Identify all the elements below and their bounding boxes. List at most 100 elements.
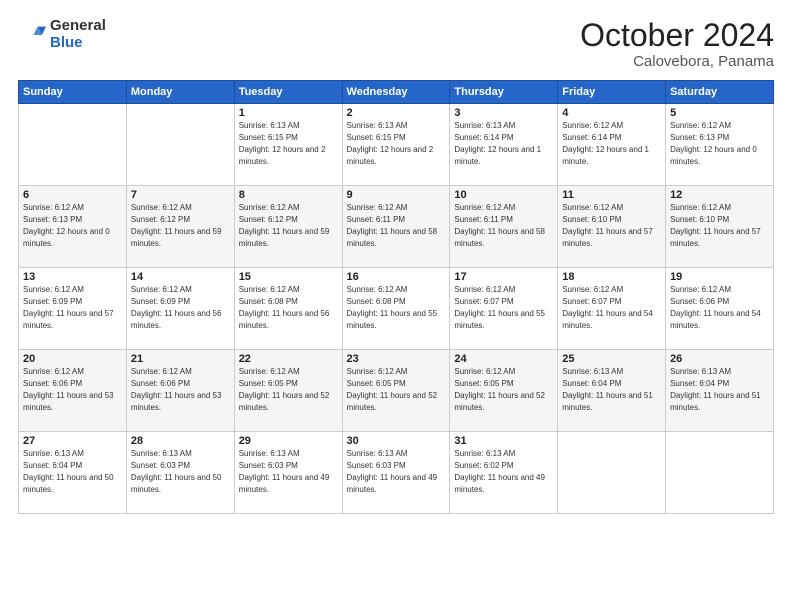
weekday-header: Wednesday [342, 81, 450, 104]
day-info: Sunrise: 6:12 AMSunset: 6:06 PMDaylight:… [670, 285, 761, 329]
logo-blue-text: Blue [50, 34, 83, 51]
calendar-cell: 9 Sunrise: 6:12 AMSunset: 6:11 PMDaylight… [342, 186, 450, 268]
day-info: Sunrise: 6:12 AMSunset: 6:08 PMDaylight:… [347, 285, 438, 329]
day-number: 2 [347, 107, 446, 119]
day-number: 30 [347, 435, 446, 447]
calendar-week-row: 20 Sunrise: 6:12 AMSunset: 6:06 PMDayligh… [19, 350, 774, 432]
calendar-cell [666, 432, 774, 514]
calendar-cell: 28Sunrise: 6:13 AMSunset: 6:03 PMDayligh… [126, 432, 234, 514]
day-info: Sunrise: 6:12 AMSunset: 6:13 PMDaylight:… [23, 203, 110, 247]
calendar-cell: 11 Sunrise: 6:12 AMSunset: 6:10 PMDayligh… [558, 186, 666, 268]
calendar-cell: 17 Sunrise: 6:12 AMSunset: 6:07 PMDayligh… [450, 268, 558, 350]
calendar-cell: 24Sunrise: 6:12 AMSunset: 6:05 PMDayligh… [450, 350, 558, 432]
day-info: Sunrise: 6:12 AMSunset: 6:11 PMDaylight:… [347, 203, 438, 247]
day-info: Sunrise: 6:13 AMSunset: 6:04 PMDaylight:… [562, 367, 653, 411]
calendar-cell: 5 Sunrise: 6:12 AMSunset: 6:13 PMDaylight… [666, 104, 774, 186]
calendar-cell: 13 Sunrise: 6:12 AMSunset: 6:09 PMDayligh… [19, 268, 127, 350]
day-info: Sunrise: 6:12 AMSunset: 6:05 PMDaylight:… [239, 367, 330, 411]
weekday-header: Saturday [666, 81, 774, 104]
calendar-cell: 19 Sunrise: 6:12 AMSunset: 6:06 PMDayligh… [666, 268, 774, 350]
day-number: 16 [347, 271, 446, 283]
weekday-header: Tuesday [234, 81, 342, 104]
calendar-cell: 20 Sunrise: 6:12 AMSunset: 6:06 PMDayligh… [19, 350, 127, 432]
day-number: 14 [131, 271, 230, 283]
calendar-header-row: SundayMondayTuesdayWednesdayThursdayFrid… [19, 81, 774, 104]
calendar-week-row: 1 Sunrise: 6:13 AMSunset: 6:15 PMDaylight… [19, 104, 774, 186]
calendar-cell: 14Sunrise: 6:12 AMSunset: 6:09 PMDayligh… [126, 268, 234, 350]
day-number: 5 [670, 107, 769, 119]
location: Calovebora, Panama [580, 53, 774, 70]
day-info: Sunrise: 6:13 AMSunset: 6:03 PMDaylight:… [347, 449, 438, 493]
day-number: 26 [670, 353, 769, 365]
calendar-cell: 15Sunrise: 6:12 AMSunset: 6:08 PMDayligh… [234, 268, 342, 350]
calendar-cell: 30 Sunrise: 6:13 AMSunset: 6:03 PMDayligh… [342, 432, 450, 514]
day-info: Sunrise: 6:13 AMSunset: 6:04 PMDaylight:… [670, 367, 761, 411]
day-number: 10 [454, 189, 553, 201]
calendar-cell: 22Sunrise: 6:12 AMSunset: 6:05 PMDayligh… [234, 350, 342, 432]
day-number: 27 [23, 435, 122, 447]
calendar-cell: 16 Sunrise: 6:12 AMSunset: 6:08 PMDayligh… [342, 268, 450, 350]
day-number: 23 [347, 353, 446, 365]
day-info: Sunrise: 6:12 AMSunset: 6:12 PMDaylight:… [239, 203, 330, 247]
weekday-header: Thursday [450, 81, 558, 104]
day-info: Sunrise: 6:12 AMSunset: 6:11 PMDaylight:… [454, 203, 545, 247]
day-number: 12 [670, 189, 769, 201]
calendar-cell: 1 Sunrise: 6:13 AMSunset: 6:15 PMDaylight… [234, 104, 342, 186]
day-number: 7 [131, 189, 230, 201]
day-number: 6 [23, 189, 122, 201]
logo-icon [18, 21, 46, 49]
day-number: 17 [454, 271, 553, 283]
calendar-cell [558, 432, 666, 514]
day-number: 25 [562, 353, 661, 365]
calendar-cell: 10 Sunrise: 6:12 AMSunset: 6:11 PMDayligh… [450, 186, 558, 268]
day-number: 11 [562, 189, 661, 201]
day-info: Sunrise: 6:12 AMSunset: 6:13 PMDaylight:… [670, 121, 757, 165]
calendar-cell: 12 Sunrise: 6:12 AMSunset: 6:10 PMDayligh… [666, 186, 774, 268]
weekday-header: Friday [558, 81, 666, 104]
day-number: 29 [239, 435, 338, 447]
calendar-cell: 2Sunrise: 6:13 AMSunset: 6:15 PMDaylight… [342, 104, 450, 186]
day-number: 20 [23, 353, 122, 365]
logo-text: General Blue [50, 18, 106, 51]
page: General Blue October 2024 Calovebora, Pa… [0, 0, 792, 612]
weekday-header: Monday [126, 81, 234, 104]
calendar-cell: 4Sunrise: 6:12 AMSunset: 6:14 PMDaylight… [558, 104, 666, 186]
day-info: Sunrise: 6:13 AMSunset: 6:15 PMDaylight:… [239, 121, 326, 165]
calendar-table: SundayMondayTuesdayWednesdayThursdayFrid… [18, 80, 774, 514]
day-number: 9 [347, 189, 446, 201]
calendar-cell: 21Sunrise: 6:12 AMSunset: 6:06 PMDayligh… [126, 350, 234, 432]
day-info: Sunrise: 6:13 AMSunset: 6:03 PMDaylight:… [239, 449, 330, 493]
calendar-cell: 6 Sunrise: 6:12 AMSunset: 6:13 PMDaylight… [19, 186, 127, 268]
calendar-cell: 25 Sunrise: 6:13 AMSunset: 6:04 PMDayligh… [558, 350, 666, 432]
day-number: 19 [670, 271, 769, 283]
calendar-week-row: 27Sunrise: 6:13 AMSunset: 6:04 PMDayligh… [19, 432, 774, 514]
weekday-header: Sunday [19, 81, 127, 104]
day-number: 21 [131, 353, 230, 365]
day-info: Sunrise: 6:12 AMSunset: 6:08 PMDaylight:… [239, 285, 330, 329]
day-info: Sunrise: 6:12 AMSunset: 6:10 PMDaylight:… [670, 203, 761, 247]
day-info: Sunrise: 6:12 AMSunset: 6:06 PMDaylight:… [23, 367, 114, 411]
day-info: Sunrise: 6:12 AMSunset: 6:10 PMDaylight:… [562, 203, 653, 247]
calendar-week-row: 13 Sunrise: 6:12 AMSunset: 6:09 PMDayligh… [19, 268, 774, 350]
calendar-cell: 27Sunrise: 6:13 AMSunset: 6:04 PMDayligh… [19, 432, 127, 514]
day-info: Sunrise: 6:12 AMSunset: 6:09 PMDaylight:… [23, 285, 114, 329]
calendar-cell: 23 Sunrise: 6:12 AMSunset: 6:05 PMDayligh… [342, 350, 450, 432]
calendar-cell: 3Sunrise: 6:13 AMSunset: 6:14 PMDaylight… [450, 104, 558, 186]
day-number: 13 [23, 271, 122, 283]
calendar-cell: 29 Sunrise: 6:13 AMSunset: 6:03 PMDayligh… [234, 432, 342, 514]
calendar-cell [19, 104, 127, 186]
day-number: 18 [562, 271, 661, 283]
day-info: Sunrise: 6:12 AMSunset: 6:07 PMDaylight:… [454, 285, 545, 329]
calendar-cell: 26 Sunrise: 6:13 AMSunset: 6:04 PMDayligh… [666, 350, 774, 432]
logo: General Blue [18, 18, 106, 51]
day-info: Sunrise: 6:12 AMSunset: 6:12 PMDaylight:… [131, 203, 222, 247]
day-info: Sunrise: 6:12 AMSunset: 6:07 PMDaylight:… [562, 285, 653, 329]
day-info: Sunrise: 6:13 AMSunset: 6:02 PMDaylight:… [454, 449, 545, 493]
day-number: 1 [239, 107, 338, 119]
calendar-cell [126, 104, 234, 186]
month-title: October 2024 [580, 18, 774, 53]
day-info: Sunrise: 6:12 AMSunset: 6:05 PMDaylight:… [347, 367, 438, 411]
day-number: 8 [239, 189, 338, 201]
calendar-cell: 31Sunrise: 6:13 AMSunset: 6:02 PMDayligh… [450, 432, 558, 514]
day-number: 3 [454, 107, 553, 119]
